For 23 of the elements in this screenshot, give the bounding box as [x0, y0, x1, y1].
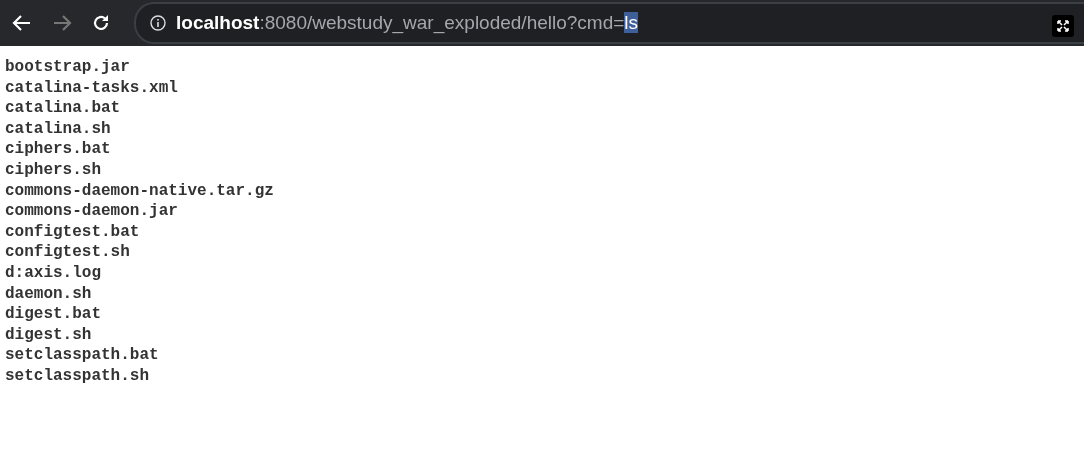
file-name: bootstrap.jar — [5, 57, 131, 78]
fullscreen-icon[interactable] — [1052, 15, 1074, 37]
back-icon[interactable] — [12, 14, 32, 32]
file-name: digest.sh — [5, 324, 93, 346]
url-text: localhost:8080/webstudy_war_exploded/hello?cmd=ls — [176, 12, 639, 34]
file-name: catalina-tasks.xml — [5, 77, 179, 99]
file-name: commons-daemon-native.tar.gz — [5, 180, 275, 202]
file-name: configtest.sh — [5, 242, 131, 263]
file-name: catalina.sh — [5, 118, 112, 140]
file-name: digest.bat — [5, 304, 102, 325]
file-name: ciphers.bat — [5, 139, 112, 160]
file-name: d:axis.log — [5, 262, 102, 284]
file-name: catalina.bat — [5, 98, 122, 119]
forward-icon[interactable] — [52, 14, 72, 32]
reload-icon[interactable] — [92, 14, 110, 32]
file-name: setclasspath.sh — [5, 365, 151, 387]
address-bar[interactable]: localhost:8080/webstudy_war_exploded/hello?cmd=ls — [134, 2, 1084, 44]
file-name: setclasspath.bat — [5, 345, 160, 366]
file-name: configtest.bat — [5, 221, 141, 243]
info-icon[interactable] — [150, 15, 166, 31]
file-name: commons-daemon.jar — [5, 201, 179, 222]
file-name: daemon.sh — [5, 283, 93, 305]
file-name: ciphers.sh — [5, 159, 102, 181]
